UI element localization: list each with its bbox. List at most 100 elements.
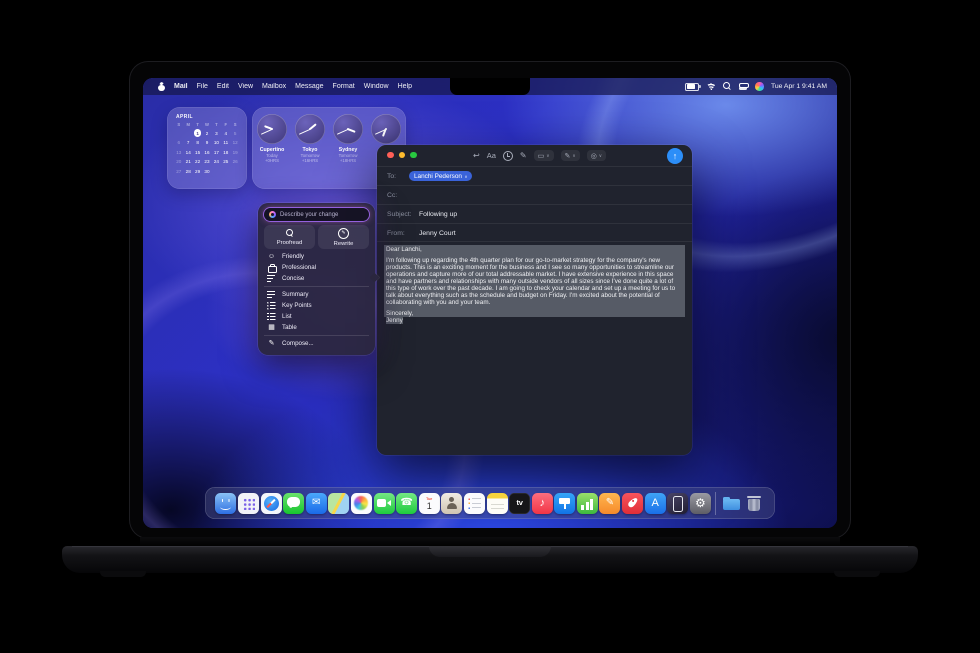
dock-system-settings-icon[interactable]: ⚙ xyxy=(689,492,711,514)
writing-tool-compose[interactable]: ✎ Compose... xyxy=(258,338,375,349)
dock-messages-icon[interactable] xyxy=(283,492,305,514)
dock-mail-icon[interactable]: ✉ xyxy=(305,492,327,514)
dock-safari-icon[interactable] xyxy=(260,492,282,514)
menu-mailbox[interactable]: Mailbox xyxy=(262,83,286,90)
clock-offset-label: +16HRS xyxy=(301,157,319,163)
music-glyph: ♪ xyxy=(539,496,545,509)
dock-phone-icon[interactable]: ☎ xyxy=(396,492,418,514)
schedule-send-icon[interactable] xyxy=(502,150,513,161)
photo-browser-button[interactable]: ▭ ∨ xyxy=(533,150,554,161)
writing-tool-key-points[interactable]: Key Points xyxy=(258,300,375,311)
dock-calendar-icon[interactable]: Tue 1 xyxy=(418,492,440,514)
markup-button[interactable]: ✎ ∨ xyxy=(560,150,580,161)
writing-tool-summary[interactable]: Summary xyxy=(258,289,375,300)
describe-change-input[interactable]: Describe your change xyxy=(264,208,369,221)
calendar-day: 28 xyxy=(185,168,191,174)
undo-icon[interactable]: ↩ xyxy=(473,148,480,163)
phone-glyph: ☎ xyxy=(400,497,413,508)
dock-reminders-icon[interactable] xyxy=(463,492,485,514)
dock: ✉ ☎ Tue 1 tv ♪ ✎ A ⚙ xyxy=(205,487,775,519)
calendar-widget[interactable]: APRIL S M T W T F S 1 2 3 4 5 6 7 8 9 10 11 12 13 14 15 16 17 18… xyxy=(167,107,247,189)
dock-music-icon[interactable]: ♪ xyxy=(531,492,553,514)
control-center-icon[interactable] xyxy=(739,83,750,90)
menu-view[interactable]: View xyxy=(238,83,253,90)
calendar-day: 17 xyxy=(213,149,219,155)
window-titlebar: ↩ Aa ✎ ▭ ∨ ✎ ∨ ◎ ∨ ↑ xyxy=(377,145,692,166)
to-field[interactable]: To: Lanchi Pederson ∨ xyxy=(377,166,692,185)
dock-trash-icon[interactable] xyxy=(744,493,765,514)
zoom-button[interactable] xyxy=(410,151,417,158)
macbook-base xyxy=(62,546,918,573)
writing-tool-friendly[interactable]: ☺ Friendly xyxy=(258,251,375,262)
calendar-day-empty xyxy=(230,168,239,175)
dock-tv-icon[interactable]: tv xyxy=(509,492,531,514)
dock-rocket-icon[interactable] xyxy=(622,492,644,514)
subject-field[interactable]: Subject: Following up xyxy=(377,204,692,223)
writing-tools-icon[interactable]: ✎ xyxy=(520,148,527,163)
menu-bar-clock[interactable]: Tue Apr 1 9:41 AM xyxy=(771,83,827,90)
siri-icon[interactable] xyxy=(755,82,764,91)
world-clock-cupertino: Cupertino Today +0HRS xyxy=(254,107,290,189)
dock-numbers-icon[interactable] xyxy=(576,492,598,514)
menu-mail[interactable]: Mail xyxy=(174,83,188,90)
calendar-day: 2 xyxy=(205,130,209,136)
dock-contacts-icon[interactable] xyxy=(441,492,463,514)
dock-keynote-icon[interactable] xyxy=(554,492,576,514)
minute-hand xyxy=(299,128,311,135)
calendar-day: 16 xyxy=(204,149,210,155)
apple-intelligence-icon xyxy=(269,211,276,218)
dock-photos-icon[interactable] xyxy=(350,492,372,514)
dock-iphone-mirroring-icon[interactable] xyxy=(667,492,689,514)
insert-menu-button[interactable]: ◎ ∨ xyxy=(586,150,607,161)
calendar-day: 1 xyxy=(193,129,202,137)
menu-window[interactable]: Window xyxy=(364,83,389,90)
menu-file[interactable]: File xyxy=(197,83,208,90)
clock-offset-label: +0HRS xyxy=(265,157,279,163)
menu-message[interactable]: Message xyxy=(295,83,323,90)
calendar-day-header: S xyxy=(177,122,181,127)
writing-tool-table[interactable]: ▦ Table xyxy=(258,322,375,333)
divider xyxy=(264,335,369,336)
body-greeting: Dear Lanchi, xyxy=(386,246,422,253)
wifi-icon[interactable] xyxy=(706,82,717,91)
dock-facetime-icon[interactable] xyxy=(373,492,395,514)
dock-pages-icon[interactable]: ✎ xyxy=(599,492,621,514)
battery-icon[interactable] xyxy=(685,82,701,91)
from-field[interactable]: From: Jenny Court xyxy=(377,223,692,242)
pencil-circle-icon: ✎ xyxy=(338,227,349,239)
calendar-day-empty xyxy=(212,168,221,175)
format-icon[interactable]: Aa xyxy=(487,148,496,163)
hour-hand xyxy=(347,128,356,133)
dock-app-store-icon[interactable]: A xyxy=(644,492,666,514)
dock-maps-icon[interactable] xyxy=(328,492,350,514)
divider xyxy=(264,286,369,287)
send-button[interactable]: ↑ xyxy=(667,147,683,164)
minimize-button[interactable] xyxy=(398,151,405,158)
describe-change-placeholder: Describe your change xyxy=(280,211,339,218)
dock-notes-icon[interactable] xyxy=(486,492,508,514)
dock-launchpad-icon[interactable] xyxy=(237,492,259,514)
menu-edit[interactable]: Edit xyxy=(217,83,229,90)
calendar-day: 6 xyxy=(177,140,181,146)
writing-tool-concise[interactable]: Concise xyxy=(258,273,375,284)
summary-lines-icon xyxy=(267,290,276,299)
minute-hand xyxy=(261,128,273,135)
writing-tool-label: Table xyxy=(282,324,297,331)
table-grid-icon: ▦ xyxy=(268,324,275,331)
apple-menu-icon[interactable] xyxy=(157,82,165,91)
cc-field[interactable]: Cc: xyxy=(377,185,692,204)
proofread-button[interactable]: Proofread xyxy=(264,225,315,249)
rewrite-button[interactable]: ✎ Rewrite xyxy=(318,225,369,249)
recipient-token[interactable]: Lanchi Pederson ∨ xyxy=(409,171,473,181)
compose-toolbar: ↩ Aa ✎ ▭ ∨ ✎ ∨ ◎ ∨ xyxy=(473,148,607,163)
writing-tool-list[interactable]: List xyxy=(258,311,375,322)
body-paragraph: I'm following up regarding the 4th quart… xyxy=(386,256,676,307)
menu-help[interactable]: Help xyxy=(398,83,412,90)
close-button[interactable] xyxy=(387,151,394,158)
writing-tool-professional[interactable]: Professional xyxy=(258,262,375,273)
dock-downloads-folder-icon[interactable] xyxy=(721,493,742,514)
menu-format[interactable]: Format xyxy=(333,83,355,90)
search-icon[interactable] xyxy=(723,82,732,91)
message-body[interactable]: Dear Lanchi, I'm following up regarding … xyxy=(377,241,692,455)
dock-finder-icon[interactable] xyxy=(215,492,237,514)
